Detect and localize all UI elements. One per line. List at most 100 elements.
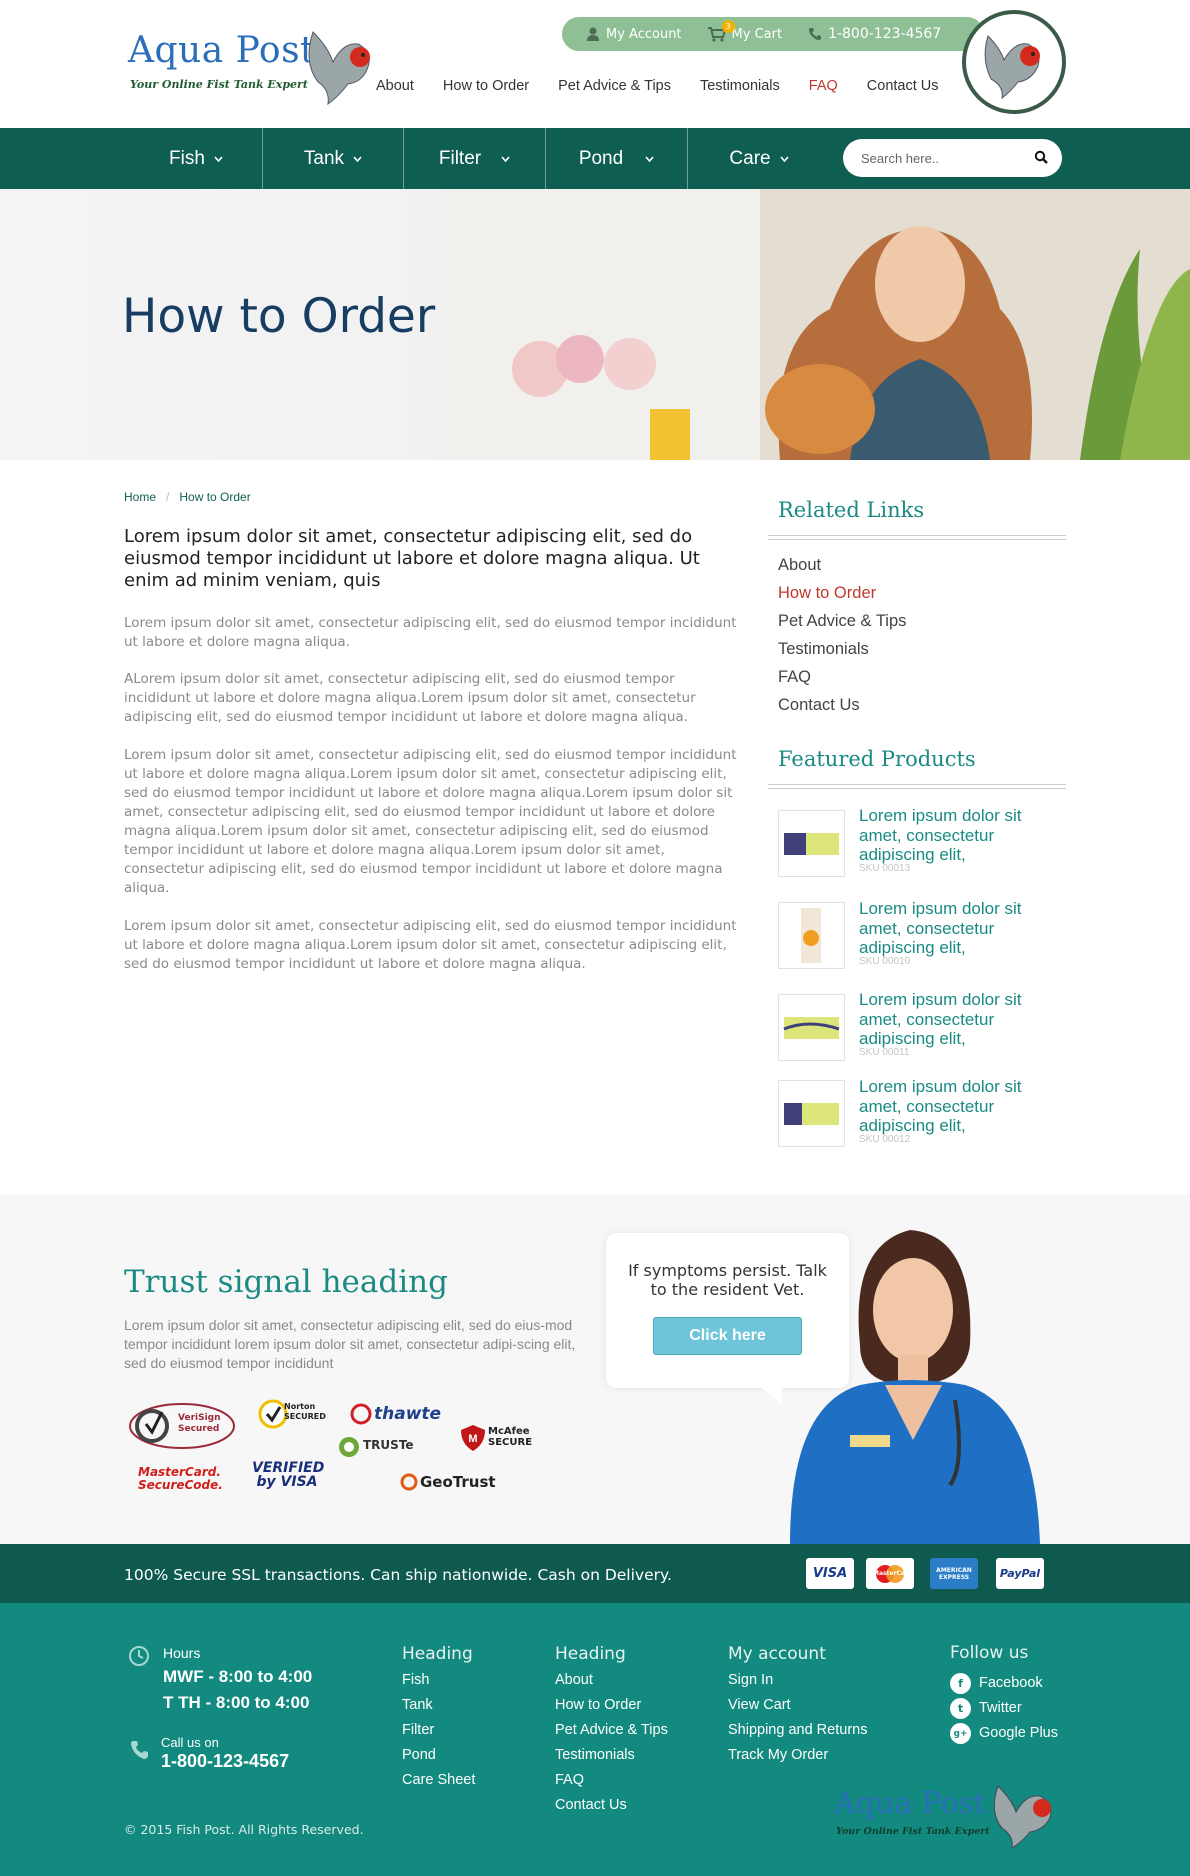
top-nav-about[interactable]: About (376, 78, 414, 94)
nav-pond-label: Pond (578, 147, 624, 169)
round-fish-badge (962, 10, 1066, 114)
product-thumbnail[interactable] (778, 810, 845, 877)
nav-tank[interactable]: Tank (263, 128, 404, 189)
product-title[interactable]: Lorem ipsum dolor sit amet, consectetur … (859, 990, 1059, 1049)
thawte-label: thawte (374, 1404, 442, 1424)
my-account-link[interactable]: My Account (586, 27, 682, 42)
google-plus-link[interactable]: Google Plus (979, 1725, 1058, 1741)
nav-fish[interactable]: Fish (130, 128, 263, 189)
product-sku: SKU 00010 (859, 956, 911, 967)
search-input[interactable]: Search here.. (843, 139, 1062, 177)
body-paragraph: ALorem ipsum dolor sit amet, consectetur… (124, 671, 696, 725)
nav-pond[interactable]: Pond (546, 128, 688, 189)
footer-link-care-sheet[interactable]: Care Sheet (402, 1772, 475, 1788)
product-title[interactable]: Lorem ipsum dolor sit amet, consectetur … (859, 806, 1059, 865)
page-title: How to Order (122, 289, 436, 344)
thawte-badge: thawte (350, 1403, 450, 1425)
related-link-about[interactable]: About (778, 556, 821, 575)
visa-card-icon: VISA (806, 1558, 854, 1589)
body-paragraph: Lorem ipsum dolor sit amet, consectetur … (124, 747, 737, 896)
paypal-card-icon: PayPal (996, 1558, 1044, 1589)
nav-fish-label: Fish (169, 147, 205, 169)
footer-link-sign-in[interactable]: Sign In (728, 1672, 773, 1688)
footer-link-pond[interactable]: Pond (402, 1747, 436, 1763)
footer-link-fish[interactable]: Fish (402, 1672, 429, 1688)
product-sku: SKU 00011 (859, 1047, 910, 1058)
footer-link-tank[interactable]: Tank (402, 1697, 433, 1713)
related-link-pet-advice[interactable]: Pet Advice & Tips (778, 612, 906, 631)
top-nav-testimonials[interactable]: Testimonials (700, 78, 780, 94)
footer-link-how-to-order[interactable]: How to Order (555, 1697, 641, 1713)
vet-photo (790, 1230, 1040, 1544)
clock-icon (129, 1646, 149, 1666)
twitter-link[interactable]: Twitter (979, 1700, 1022, 1716)
related-link-faq[interactable]: FAQ (778, 668, 811, 687)
nav-filter[interactable]: Filter (404, 128, 546, 189)
body-paragraph: Lorem ipsum dolor sit amet, consectetur … (124, 918, 737, 972)
nav-tank-label: Tank (303, 147, 345, 169)
chevron-down-icon (214, 155, 223, 162)
copyright: © 2015 Fish Post. All Rights Reserved. (124, 1822, 364, 1837)
related-link-testimonials[interactable]: Testimonials (778, 640, 869, 659)
product-image (784, 1103, 839, 1125)
top-nav-faq[interactable]: FAQ (809, 78, 838, 94)
facebook-link[interactable]: Facebook (979, 1675, 1043, 1691)
footer-phone-number[interactable]: 1-800-123-4567 (161, 1751, 289, 1772)
footer-link-contact[interactable]: Contact Us (555, 1797, 627, 1813)
facebook-icon[interactable]: f (950, 1673, 971, 1694)
user-icon (587, 27, 599, 41)
hero-banner: How to Order (0, 189, 1190, 460)
product-image (801, 908, 821, 963)
footer-link-shipping[interactable]: Shipping and Returns (728, 1722, 867, 1738)
product-title[interactable]: Lorem ipsum dolor sit amet, consectetur … (859, 1077, 1059, 1136)
footer-link-faq[interactable]: FAQ (555, 1772, 584, 1788)
my-cart-link[interactable]: 3 My Cart (707, 19, 782, 42)
product-title[interactable]: Lorem ipsum dolor sit amet, consectetur … (859, 899, 1059, 958)
thawte-icon (350, 1403, 372, 1425)
svg-text:M: M (468, 1433, 477, 1445)
hours-label: Hours (163, 1645, 201, 1661)
top-nav-contact[interactable]: Contact Us (867, 78, 939, 94)
footer-link-view-cart[interactable]: View Cart (728, 1697, 791, 1713)
mastercard-icon: MasterCard (866, 1558, 914, 1589)
cart-count-badge: 3 (721, 19, 735, 33)
footer-link-about[interactable]: About (555, 1672, 593, 1688)
nav-filter-label: Filter (438, 147, 482, 169)
breadcrumb-current: How to Order (179, 490, 251, 504)
hero-photo (440, 189, 1190, 460)
product-thumbnail[interactable] (778, 994, 845, 1061)
norton-badge: Norton SECURED (258, 1398, 328, 1438)
related-links-heading: Related Links (778, 498, 925, 522)
footer-col1-heading: Heading (402, 1644, 473, 1664)
related-link-contact[interactable]: Contact Us (778, 696, 860, 715)
phone-link[interactable]: 1-800-123-4567 (808, 26, 941, 42)
footer-link-pet-advice[interactable]: Pet Advice & Tips (555, 1722, 668, 1738)
footer-link-testimonials[interactable]: Testimonials (555, 1747, 635, 1763)
product-thumbnail[interactable] (778, 902, 845, 969)
logo-title: Aqua Post (128, 30, 316, 71)
product-thumbnail[interactable] (778, 1080, 845, 1147)
breadcrumb-home[interactable]: Home (124, 490, 156, 504)
truste-icon (339, 1437, 359, 1457)
search-icon[interactable] (1034, 150, 1048, 164)
divider (768, 784, 1066, 789)
footer-logo[interactable]: Aqua Post Your Online Fist Tank Expert (834, 1778, 1064, 1848)
top-nav-pet-advice[interactable]: Pet Advice & Tips (558, 78, 671, 94)
verisign-badge: VeriSign Secured (128, 1398, 236, 1450)
footer-link-filter[interactable]: Filter (402, 1722, 434, 1738)
top-nav-how-to-order[interactable]: How to Order (443, 78, 529, 94)
site-header: Aqua Post Your Online Fist Tank Expert M… (0, 0, 1190, 128)
twitter-icon[interactable]: t (950, 1698, 971, 1719)
geotrust-icon (400, 1473, 418, 1491)
trust-heading: Trust signal heading (124, 1264, 448, 1300)
related-link-how-to-order[interactable]: How to Order (778, 584, 876, 603)
site-logo[interactable]: Aqua Post Your Online Fist Tank Expert (128, 22, 378, 108)
chevron-down-icon (353, 155, 362, 162)
hours-line-1: MWF - 8:00 to 4:00 (163, 1667, 313, 1686)
norton-label: Norton SECURED (284, 1402, 326, 1421)
nav-care[interactable]: Care (688, 128, 830, 189)
fish-logo-icon (308, 31, 370, 106)
google-plus-icon[interactable]: g+ (950, 1723, 971, 1744)
footer-link-track-order[interactable]: Track My Order (728, 1747, 828, 1763)
secure-bar-text: 100% Secure SSL transactions. Can ship n… (124, 1566, 672, 1584)
